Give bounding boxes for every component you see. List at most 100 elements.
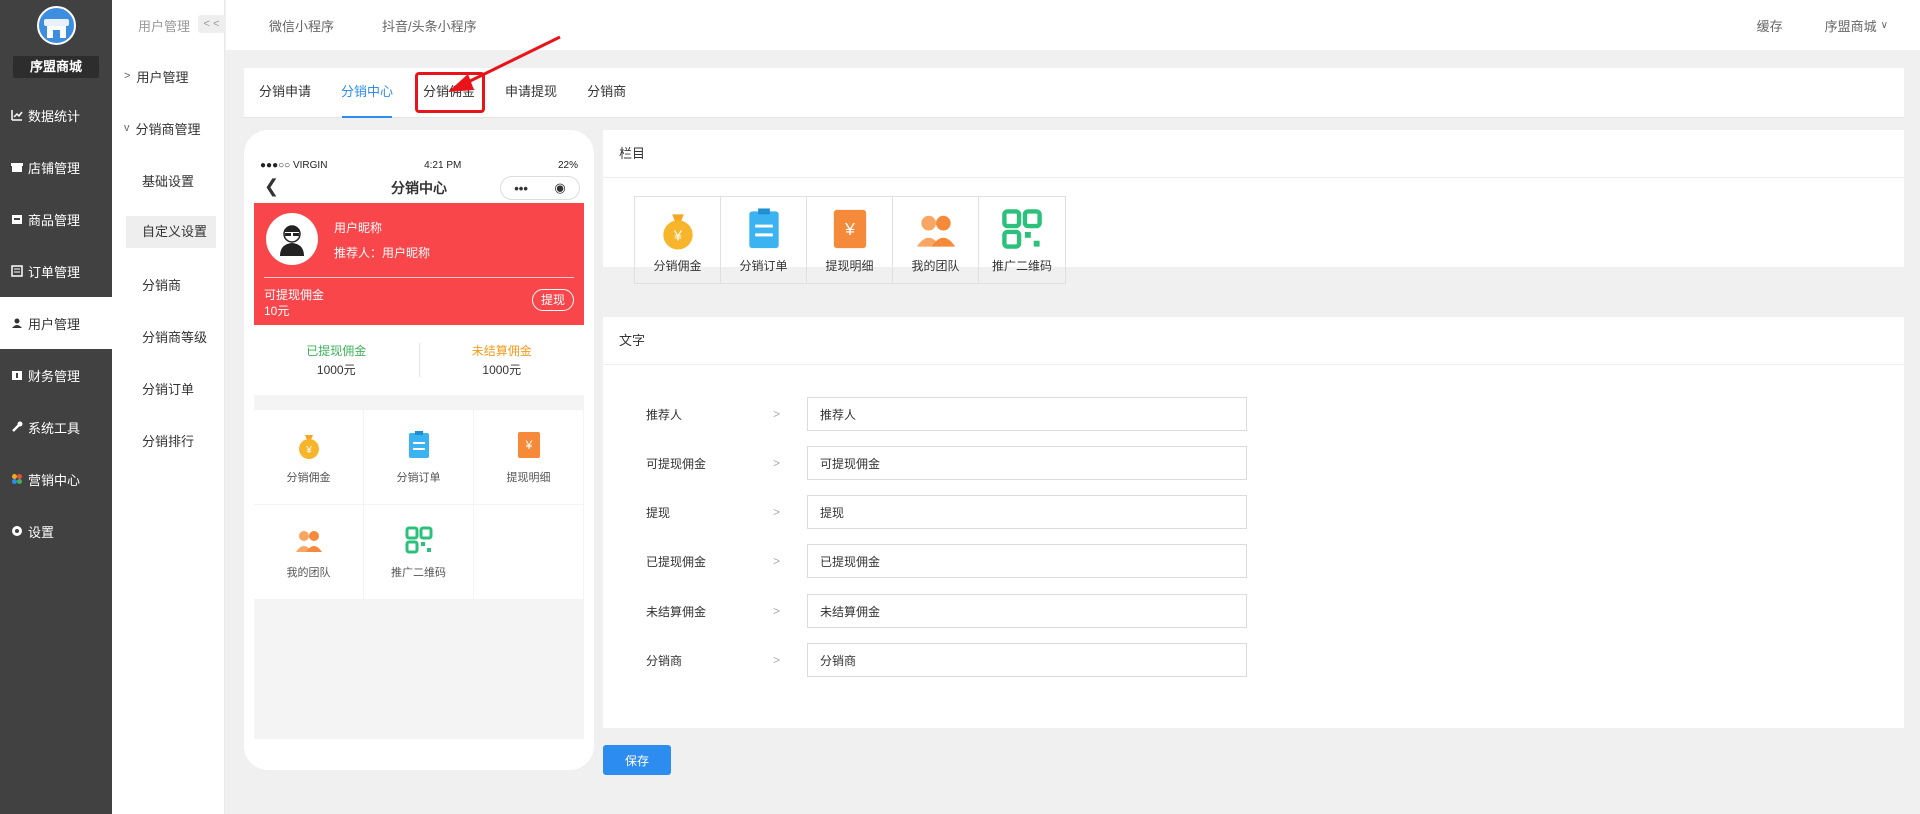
svg-text:¥: ¥ [672,228,682,244]
field-row-withdrawn: 已提现佣金 > [603,544,1903,578]
tab-distribution-apply[interactable]: 分销申请 [244,67,326,117]
arrow-annotation-icon [448,35,561,92]
chevron-right-icon: > [773,604,781,618]
withdrawn-input[interactable] [807,544,1247,578]
sidebar-item-label: 商品管理 [28,212,81,228]
nickname-text: 用户昵称 [334,221,383,235]
grid-item-withdraw-detail[interactable]: ¥ 提现明细 [474,410,583,504]
subnav-item-distribution-orders[interactable]: 分销订单 [112,362,224,414]
carrier-text: ●●●○○ VIRGIN [260,159,328,171]
grid-item-orders[interactable]: 分销订单 [364,410,473,504]
column-icon-grid: ¥ 分销佣金 分销订单 ¥ 提现明细 我的团队 推广二维码 [634,196,1066,284]
sidebar-item-settings[interactable]: 设置 [0,505,112,557]
target-icon[interactable]: ◉ [554,180,565,196]
wrench-icon [10,421,23,434]
phone-status-bar: ●●●○○ VIRGIN 4:21 PM 22% [254,157,584,173]
sidebar-item-label: 系统工具 [28,420,81,436]
phone-title: 分销中心 [391,180,447,196]
subnav-group-users[interactable]: > 用户管理 [112,50,224,102]
topbar-link-douyin[interactable]: 抖音/头条小程序 [382,16,477,35]
tab-distributors[interactable]: 分销商 [572,67,641,117]
sidebar-item-tools[interactable]: 系统工具 [0,401,112,453]
column-item-team[interactable]: 我的团队 [893,197,979,283]
shop-dropdown[interactable]: 序盟商城 [1825,16,1877,35]
back-icon[interactable]: ❮ [264,176,279,197]
stat-unsettled: 未结算佣金 1000元 [471,344,532,377]
column-item-withdraw-detail[interactable]: ¥ 提现明细 [807,197,893,283]
subnav-item-distributor-levels[interactable]: 分销商等级 [112,310,224,362]
subnav-item-distribution-ranking[interactable]: 分销排行 [112,414,224,466]
sidebar-item-label: 设置 [28,524,55,540]
tab-distribution-center[interactable]: 分销中心 [326,67,408,118]
topbar-right: 缓存 序盟商城 ∨ [1757,0,1920,50]
grid-item-team[interactable]: 我的团队 [254,505,363,599]
clipboard-icon [408,430,429,458]
avatar-icon [280,225,304,256]
qrcode-icon [405,526,432,553]
chevron-down-icon: v [124,122,130,134]
text-panel: 文字 推荐人 > 可提现佣金 > 提现 > 已提现佣金 > 未结算佣金 > 分销商 > [603,317,1904,728]
referrer-input[interactable] [807,397,1247,431]
chevron-right-icon: > [124,70,131,82]
sidebar-item-users[interactable]: 用户管理 [0,297,112,349]
subnav-item-distributors[interactable]: 分销商 [112,258,224,310]
field-label: 推荐人 [646,407,683,422]
withdraw-button[interactable]: 提现 [532,289,574,311]
chevron-right-icon: > [773,505,781,519]
chart-icon [10,109,23,122]
marketing-icon [10,473,23,486]
chevron-right-icon: > [773,653,781,667]
goods-icon [10,213,23,226]
column-item-commission[interactable]: ¥ 分销佣金 [635,197,721,283]
user-icon [10,317,23,330]
yuan-doc-icon: ¥ [517,431,540,458]
commission-stats: 已提现佣金 1000元 未结算佣金 1000元 [254,325,584,395]
sidebar-item-finance[interactable]: 财务管理 [0,349,112,401]
team-icon [916,215,955,247]
chevron-right-icon: > [773,456,781,470]
panel-title: 栏目 [603,130,1904,178]
collapse-button[interactable]: < < [198,15,225,33]
time-text: 4:21 PM [424,159,462,171]
money-bag-icon: ¥ [662,213,693,250]
unsettled-input[interactable] [807,594,1247,628]
sub-sidebar: 用户管理 < < > 用户管理 v 分销商管理 基础设置 自定义设置 分销商 分销商… [112,0,225,814]
field-row-withdrawable: 可提现佣金 > [603,446,1903,480]
field-row-referrer: 推荐人 > [603,397,1903,431]
sidebar-item-marketing[interactable]: 营销中心 [0,453,112,505]
topbar-link-wechat[interactable]: 微信小程序 [269,16,334,35]
svg-text:¥: ¥ [305,445,312,456]
column-item-qrcode[interactable]: 推广二维码 [979,197,1065,283]
avatar [266,213,318,265]
field-row-withdraw: 提现 > [603,495,1903,529]
stat-withdrawn: 已提现佣金 1000元 [306,344,367,377]
cache-link[interactable]: 缓存 [1757,16,1783,35]
column-item-orders[interactable]: 分销订单 [721,197,807,283]
sidebar-item-stats[interactable]: 数据统计 [0,89,112,141]
field-row-distributor: 分销商 > [603,643,1903,677]
sidebar-item-label: 财务管理 [28,368,81,384]
withdraw-input[interactable] [807,495,1247,529]
grid-item-qrcode[interactable]: 推广二维码 [364,505,473,599]
sidebar-item-goods[interactable]: 商品管理 [0,193,112,245]
panel-title: 文字 [603,317,1904,365]
sidebar-item-store[interactable]: 店铺管理 [0,141,112,193]
withdrawable-input[interactable] [807,446,1247,480]
sidebar-item-orders[interactable]: 订单管理 [0,245,112,297]
subnav-item-custom-settings[interactable]: 自定义设置 [112,206,224,258]
save-button[interactable]: 保存 [603,745,671,775]
phone-navbar: ❮ 分销中心 ••• ◉ [254,173,584,203]
grid-item-commission[interactable]: ¥ 分销佣金 [254,410,363,504]
battery-text: 22% [557,159,578,171]
field-label: 已提现佣金 [646,554,707,569]
field-label: 分销商 [646,653,683,668]
more-icon[interactable]: ••• [514,181,528,196]
field-label: 提现 [646,505,671,520]
distributor-input[interactable] [807,643,1247,677]
chevron-right-icon: > [773,554,781,568]
field-row-unsettled: 未结算佣金 > [603,594,1903,628]
svg-text:¥: ¥ [524,438,532,452]
subnav-group-distributors[interactable]: v 分销商管理 [112,102,224,154]
capsule-menu[interactable]: ••• ◉ [500,176,580,200]
subnav-item-basic-settings[interactable]: 基础设置 [112,154,224,206]
